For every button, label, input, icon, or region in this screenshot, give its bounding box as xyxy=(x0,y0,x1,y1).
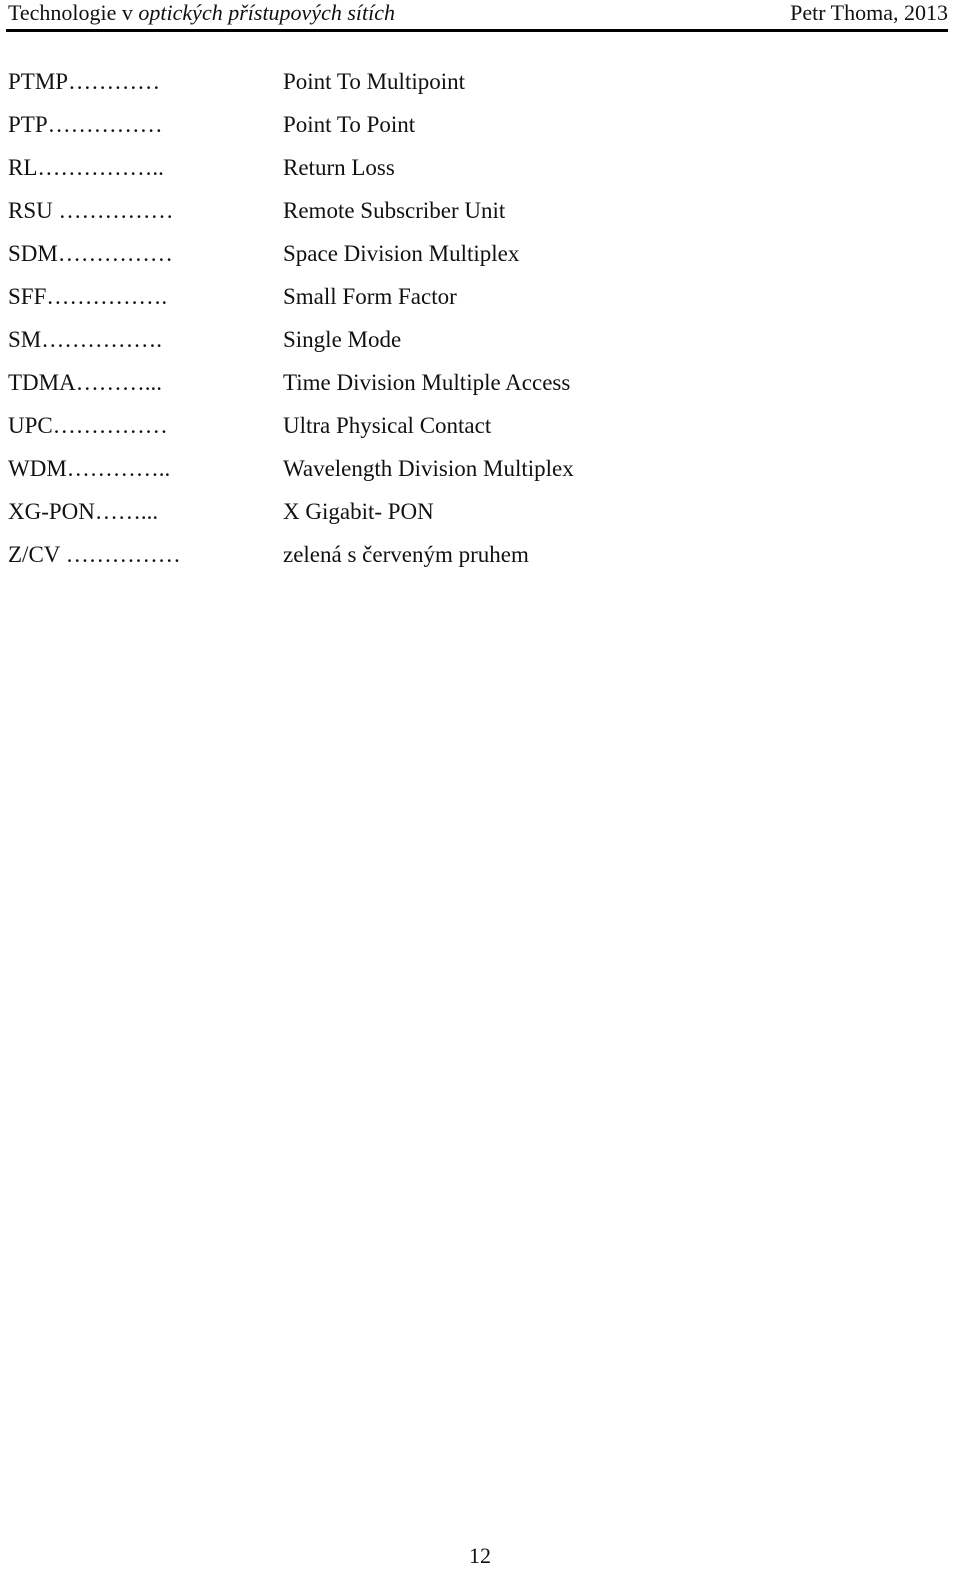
page-number: 12 xyxy=(469,1543,491,1568)
abbreviation-definition: Single Mode xyxy=(283,327,402,352)
abbreviation-list: PTMP………… Point To Multipoint PTP…………… Po… xyxy=(8,63,908,579)
abbreviation-definition: Point To Point xyxy=(283,112,416,137)
list-item: WDM………….. Wavelength Division Multiplex xyxy=(8,450,908,493)
list-item: RSU …………… Remote Subscriber Unit xyxy=(8,192,908,235)
abbreviation-term: XG-PON……... xyxy=(8,499,159,524)
abbreviation-term: RL…………….. xyxy=(8,155,164,180)
abbreviation-definition: Time Division Multiple Access xyxy=(283,370,571,395)
list-item: UPC…………… Ultra Physical Contact xyxy=(8,407,908,450)
abbreviation-definition: X Gigabit- PON xyxy=(283,499,434,524)
list-item: XG-PON……... X Gigabit- PON xyxy=(8,493,908,536)
abbreviation-term: WDM………….. xyxy=(8,456,171,481)
list-item: RL…………….. Return Loss xyxy=(8,149,908,192)
abbreviation-definition: Space Division Multiplex xyxy=(283,241,520,266)
abbreviation-term: SM……………. xyxy=(8,327,162,352)
list-item: SM……………. Single Mode xyxy=(8,321,908,364)
abbreviation-term: PTMP………… xyxy=(8,69,161,94)
abbreviation-definition: Return Loss xyxy=(283,155,395,180)
abbreviation-term: TDMA………... xyxy=(8,370,162,395)
list-item: TDMA………... Time Division Multiple Access xyxy=(8,364,908,407)
abbreviation-definition: Ultra Physical Contact xyxy=(283,413,492,438)
document-title-italic: optických přístupových sítích xyxy=(138,0,396,25)
document-title-prefix: Technologie v xyxy=(8,0,139,25)
abbreviation-definition: zelená s červeným pruhem xyxy=(283,542,529,567)
abbreviation-term: PTP…………… xyxy=(8,112,163,137)
list-item: Z/CV …………… zelená s červeným pruhem xyxy=(8,536,908,579)
document-title: Technologie v optických přístupových sít… xyxy=(8,0,395,26)
abbreviation-definition: Small Form Factor xyxy=(283,284,457,309)
abbreviation-definition: Remote Subscriber Unit xyxy=(283,198,506,223)
list-item: PTMP………… Point To Multipoint xyxy=(8,63,908,106)
list-item: SDM…………… Space Division Multiplex xyxy=(8,235,908,278)
list-item: SFF……………. Small Form Factor xyxy=(8,278,908,321)
abbreviation-term: Z/CV …………… xyxy=(8,542,181,567)
abbreviation-term: UPC…………… xyxy=(8,413,168,438)
list-item: PTP…………… Point To Point xyxy=(8,106,908,149)
abbreviation-definition: Wavelength Division Multiplex xyxy=(283,456,574,481)
abbreviation-term: SDM…………… xyxy=(8,241,173,266)
page-header: Technologie v optických přístupových sít… xyxy=(6,0,948,32)
abbreviation-definition: Point To Multipoint xyxy=(283,69,466,94)
abbreviation-term: SFF……………. xyxy=(8,284,168,309)
abbreviation-term: RSU …………… xyxy=(8,198,174,223)
author-year: Petr Thoma, 2013 xyxy=(790,0,948,25)
